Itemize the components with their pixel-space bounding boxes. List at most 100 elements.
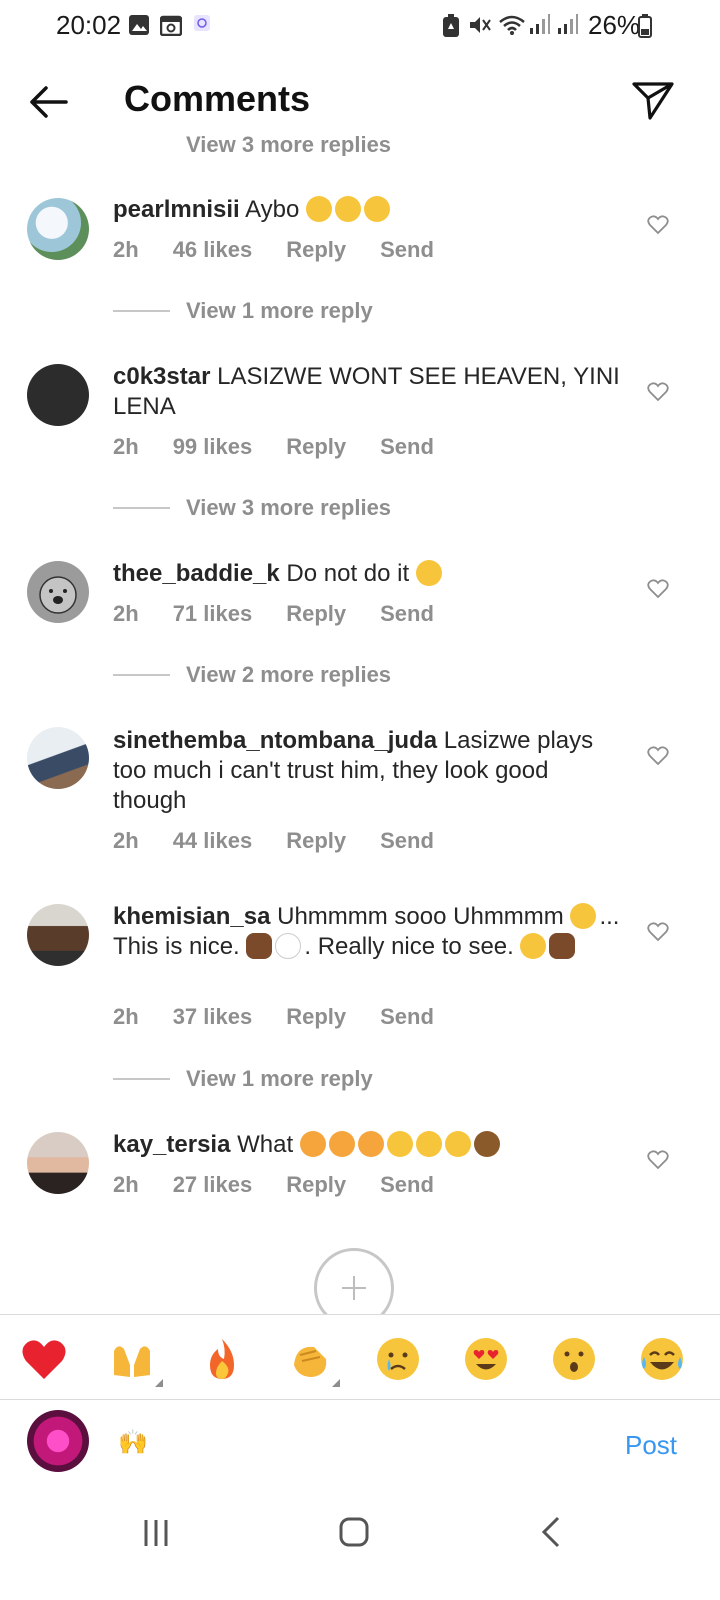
avatar[interactable] bbox=[27, 364, 89, 426]
tears-of-joy-icon[interactable] bbox=[638, 1335, 686, 1383]
view-more-replies[interactable]: View 1 more reply bbox=[113, 296, 513, 326]
heart-eyes-icon[interactable] bbox=[462, 1335, 510, 1383]
heart-icon[interactable] bbox=[647, 579, 669, 599]
hushed-face-icon[interactable] bbox=[550, 1335, 598, 1383]
comment-body: kay_tersia What bbox=[113, 1130, 623, 1160]
view-more-replies[interactable]: View 2 more replies bbox=[113, 660, 513, 690]
mute-icon bbox=[470, 17, 491, 33]
raising-hands-icon[interactable] bbox=[108, 1335, 156, 1383]
comment-username[interactable]: sinethemba_ntombana_juda bbox=[113, 727, 437, 754]
comment-likes[interactable]: 99 likes bbox=[173, 434, 253, 460]
heart-icon[interactable] bbox=[647, 382, 669, 402]
divider-line bbox=[113, 1078, 170, 1080]
heart-icon[interactable] bbox=[647, 1150, 669, 1170]
status-bar: 20:02 26% bbox=[0, 0, 720, 52]
app-icon bbox=[194, 15, 210, 31]
heart-icon[interactable] bbox=[647, 746, 669, 766]
heart-icon[interactable] bbox=[647, 922, 669, 942]
clapping-hands-icon[interactable] bbox=[286, 1335, 334, 1383]
comment-username[interactable]: c0k3star bbox=[113, 363, 210, 390]
comment-text: Uhmmmm sooo Uhmmmm bbox=[277, 903, 564, 930]
comment-text: Do not do it bbox=[286, 560, 410, 587]
eyes-icon bbox=[275, 933, 302, 959]
battery-percent: 26% bbox=[588, 10, 641, 40]
send-button[interactable]: Send bbox=[380, 237, 434, 263]
comment-body: thee_baddie_k Do not do it bbox=[113, 559, 623, 589]
avatar[interactable] bbox=[27, 727, 89, 789]
home-icon[interactable] bbox=[334, 1512, 374, 1552]
send-button[interactable]: Send bbox=[380, 1172, 434, 1198]
send-button[interactable]: Send bbox=[380, 601, 434, 627]
signal-icon bbox=[530, 14, 550, 34]
comment-username[interactable]: thee_baddie_k bbox=[113, 560, 280, 587]
heart-icon[interactable] bbox=[647, 215, 669, 235]
divider-line bbox=[113, 310, 170, 312]
view-more-replies[interactable]: View 3 more replies bbox=[113, 493, 513, 523]
comment-time: 2h bbox=[113, 601, 139, 626]
avatar[interactable] bbox=[27, 198, 89, 260]
system-nav-bar bbox=[0, 1490, 720, 1600]
comment-meta: 2h 46 likes Reply Send bbox=[113, 237, 468, 263]
comment-likes[interactable]: 44 likes bbox=[173, 828, 253, 854]
recents-icon[interactable] bbox=[136, 1512, 176, 1552]
tears-of-joy-icon bbox=[386, 1131, 413, 1157]
comment-likes[interactable]: 46 likes bbox=[173, 237, 253, 263]
tears-of-joy-icon bbox=[364, 196, 391, 222]
avatar[interactable] bbox=[27, 561, 89, 623]
crossed-fingers-icon bbox=[246, 933, 273, 959]
skin-tone-indicator bbox=[155, 1379, 163, 1387]
avatar[interactable] bbox=[27, 1132, 89, 1194]
send-button[interactable]: Send bbox=[380, 1004, 434, 1030]
divider-line bbox=[113, 674, 170, 676]
signal-icon bbox=[558, 14, 578, 34]
smirking-face-icon bbox=[520, 933, 547, 959]
view-more-replies[interactable]: View 1 more reply bbox=[113, 1064, 513, 1094]
comment-username[interactable]: pearlmnisii bbox=[113, 196, 240, 223]
comment-username[interactable]: kay_tersia bbox=[113, 1131, 230, 1158]
red-heart-icon[interactable] bbox=[20, 1335, 68, 1383]
comment-meta: 2h 27 likes Reply Send bbox=[113, 1172, 468, 1198]
battery-saver-icon bbox=[443, 14, 459, 37]
send-button[interactable]: Send bbox=[380, 828, 434, 854]
back-button[interactable] bbox=[26, 80, 70, 124]
avatar[interactable] bbox=[27, 1410, 89, 1472]
comment-body: khemisian_sa Uhmmmm sooo Uhmmmm ... This… bbox=[113, 902, 623, 962]
comment-likes[interactable]: 27 likes bbox=[173, 1172, 253, 1198]
back-icon[interactable] bbox=[532, 1512, 572, 1552]
comment-body: c0k3star LASIZWE WONT SEE HEAVEN, YINI L… bbox=[113, 362, 623, 422]
avatar[interactable] bbox=[27, 904, 89, 966]
reply-button[interactable]: Reply bbox=[286, 601, 346, 627]
post-button[interactable]: Post bbox=[625, 1430, 677, 1461]
comment-username[interactable]: khemisian_sa bbox=[113, 903, 270, 930]
comment-meta: 2h 44 likes Reply Send bbox=[113, 828, 468, 854]
comment-input[interactable] bbox=[118, 1420, 588, 1464]
comment-likes[interactable]: 71 likes bbox=[173, 601, 253, 627]
crossed-fingers-icon bbox=[549, 933, 576, 959]
comment-time: 2h bbox=[113, 237, 139, 262]
wifi-icon bbox=[499, 15, 525, 35]
reply-button[interactable]: Reply bbox=[286, 434, 346, 460]
tears-of-joy-icon bbox=[335, 196, 362, 222]
reply-button[interactable]: Reply bbox=[286, 1172, 346, 1198]
view-replies-partial[interactable]: View 3 more replies bbox=[186, 128, 486, 156]
comment-meta: 2h 37 likes Reply Send bbox=[113, 1004, 468, 1030]
hushed-face-icon bbox=[415, 560, 442, 586]
quick-emoji-bar bbox=[0, 1314, 720, 1400]
reply-button[interactable]: Reply bbox=[286, 1004, 346, 1030]
fire-icon[interactable] bbox=[198, 1335, 246, 1383]
page-title: Comments bbox=[124, 78, 311, 119]
send-button[interactable]: Send bbox=[380, 434, 434, 460]
reply-button[interactable]: Reply bbox=[286, 828, 346, 854]
battery-icon bbox=[638, 14, 652, 38]
comment-time: 2h bbox=[113, 1172, 139, 1197]
reply-button[interactable]: Reply bbox=[286, 237, 346, 263]
skin-tone-indicator bbox=[332, 1379, 340, 1387]
comment-likes[interactable]: 37 likes bbox=[173, 1004, 253, 1030]
comment-text: Aybo bbox=[245, 196, 300, 223]
comment-body: sinethemba_ntombana_juda Lasizwe plays t… bbox=[113, 726, 623, 816]
downcast-sweat-icon bbox=[570, 903, 597, 929]
paper-plane-icon[interactable] bbox=[630, 78, 676, 124]
crying-face-icon[interactable] bbox=[374, 1335, 422, 1383]
divider-line bbox=[113, 507, 170, 509]
comment-body: pearlmnisii Aybo bbox=[113, 195, 623, 225]
